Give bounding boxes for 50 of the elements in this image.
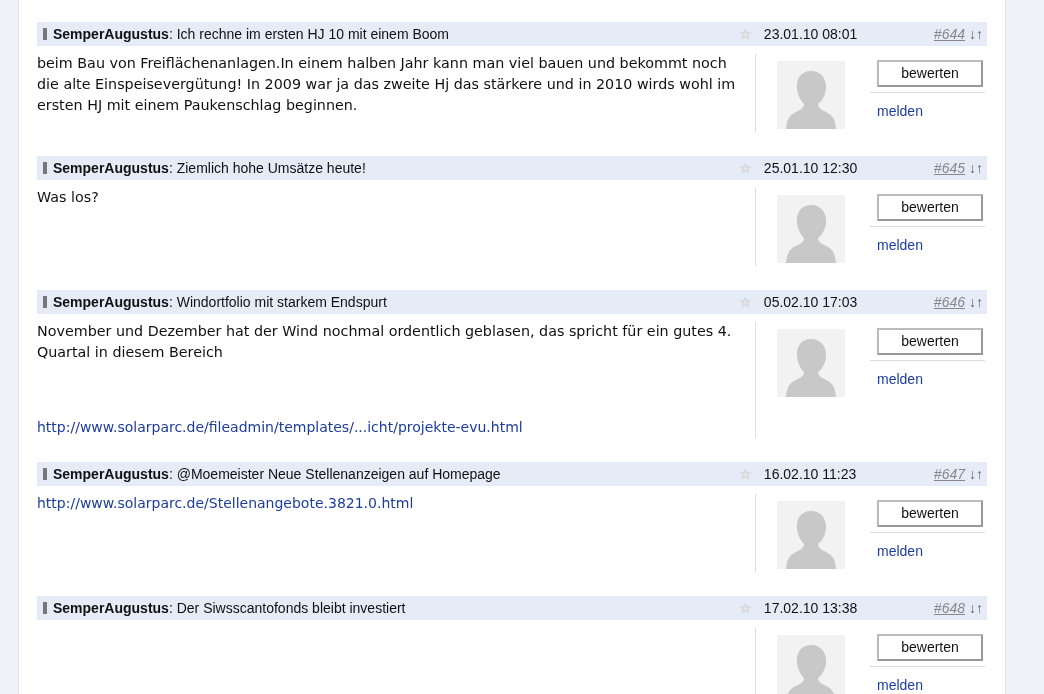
report-link[interactable]: melden [877, 371, 923, 387]
avatar-icon [777, 61, 845, 129]
sort-arrows[interactable]: ↓↑ [969, 23, 983, 45]
post-author[interactable]: SemperAugustus [53, 597, 169, 619]
avatar-icon [777, 501, 845, 569]
sort-arrows[interactable]: ↓↑ [969, 463, 983, 485]
post-link[interactable]: http://www.solarparc.de/Stellenangebote.3821.0.html [37, 493, 749, 514]
post-date: 05.02.10 17:03 [763, 292, 859, 312]
post-title: : @Moemeister Neue Stellenanzeigen auf Homepage [168, 464, 502, 484]
rate-button[interactable]: bewerten [877, 194, 983, 221]
post-title: : Ziemlich hohe Umsätze heute! [168, 158, 367, 178]
post-title: : Windortfolio mit starkem Endspurt [168, 292, 388, 312]
marker-icon [43, 162, 47, 174]
rate-button[interactable]: bewerten [877, 60, 983, 87]
marker-icon [43, 602, 47, 614]
avatar-icon [777, 195, 845, 263]
post-date: 23.01.10 08:01 [763, 24, 859, 44]
sort-arrows[interactable]: ↓↑ [969, 291, 983, 313]
sort-arrows[interactable]: ↓↑ [969, 597, 983, 619]
avatar-icon [777, 329, 845, 397]
post-link[interactable]: http://www.solarparc.de/fileadmin/templates/...icht/projekte-evu.html [37, 417, 749, 438]
post-date: 17.02.10 13:38 [763, 598, 859, 618]
post-date: 16.02.10 11:23 [763, 464, 858, 484]
marker-icon [43, 468, 47, 480]
rate-button[interactable]: bewerten [877, 634, 983, 661]
post-text: Was los? [37, 188, 100, 207]
report-link[interactable]: melden [877, 543, 923, 559]
marker-icon [43, 28, 47, 40]
post-title: : Ich rechne im ersten HJ 10 mit einem Boom [168, 24, 451, 44]
star-icon[interactable] [739, 162, 751, 174]
marker-icon [43, 296, 47, 308]
star-icon[interactable] [739, 602, 751, 614]
post-author[interactable]: SemperAugustus [53, 291, 169, 313]
rate-button[interactable]: bewerten [877, 328, 983, 355]
sort-arrows[interactable]: ↓↑ [969, 157, 983, 179]
post-author[interactable]: SemperAugustus [53, 23, 169, 45]
post-text: beim Bau von Freiflächenanlagen.In einem halben Jahr kann man viel bauen und bekommt noch die alte Einspeisevergütung! In 2009 war ja das zweite Hj das stärkere und in 2010 wirds wohl im ersten HJ mit einem Paukenschlag beginnen. [37, 54, 737, 115]
star-icon[interactable] [739, 296, 751, 308]
report-link[interactable]: melden [877, 237, 923, 253]
post-text: November und Dezember hat der Wind nochmal ordentlich geblasen, das spricht für ein gutes 4. Quartal in diesem Bereich [37, 322, 733, 362]
post-author[interactable]: SemperAugustus [53, 157, 169, 179]
post-author[interactable]: SemperAugustus [53, 463, 169, 485]
report-link[interactable]: melden [877, 677, 923, 693]
star-icon[interactable] [739, 468, 751, 480]
avatar-icon [777, 635, 845, 694]
report-link[interactable]: melden [877, 103, 923, 119]
rate-button[interactable]: bewerten [877, 500, 983, 527]
post-date: 25.01.10 12:30 [763, 158, 859, 178]
post-title: : Der Siwsscantofonds bleibt investiert [168, 598, 407, 618]
star-icon[interactable] [739, 28, 751, 40]
